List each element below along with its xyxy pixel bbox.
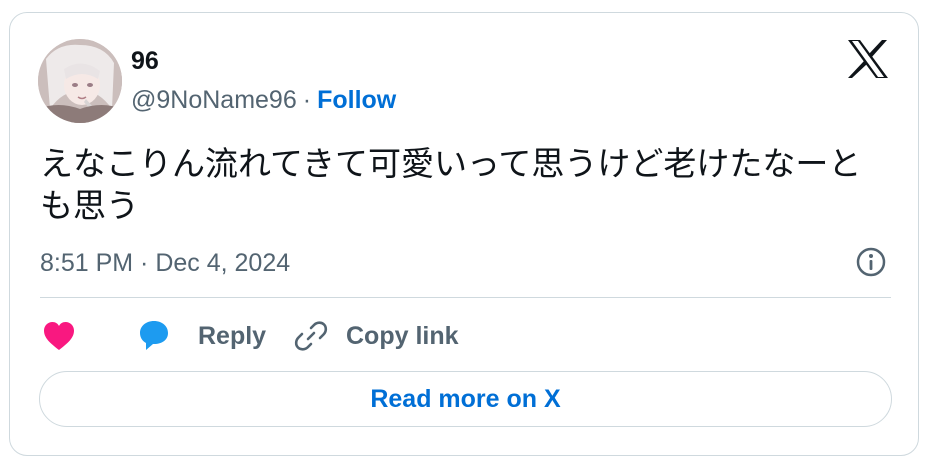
heart-icon: [44, 322, 74, 350]
handle-separator: ·: [302, 86, 312, 114]
divider: [40, 297, 891, 298]
avatar-image: [38, 39, 122, 123]
speech-bubble-icon: [140, 321, 168, 350]
tweet-timestamp[interactable]: 8:51 PM · Dec 4, 2024: [40, 248, 290, 278]
copy-link-label: Copy link: [346, 321, 459, 350]
follow-link[interactable]: Follow: [317, 86, 396, 114]
handle-row: @9NoName96 · Follow: [131, 85, 396, 115]
display-name[interactable]: 96: [131, 46, 159, 76]
reply-label: Reply: [198, 321, 267, 350]
x-logo-icon[interactable]: [847, 39, 889, 79]
avatar[interactable]: [38, 39, 122, 123]
copy-link-button[interactable]: Copy link: [294, 317, 459, 355]
read-more-button[interactable]: Read more on X: [39, 371, 892, 427]
tweet-embed-card: 96 @9NoName96 · Follow えなこりん流れてきて可愛いって思うけど…: [9, 12, 919, 456]
tweet-text: えなこりん流れてきて可愛いって思うけど老けたなーとも思う: [40, 144, 862, 225]
info-icon[interactable]: [855, 246, 887, 278]
link-icon: [294, 321, 328, 351]
user-handle[interactable]: @9NoName96: [131, 86, 297, 114]
reply-button[interactable]: Reply: [136, 317, 266, 355]
like-button[interactable]: [42, 317, 76, 355]
